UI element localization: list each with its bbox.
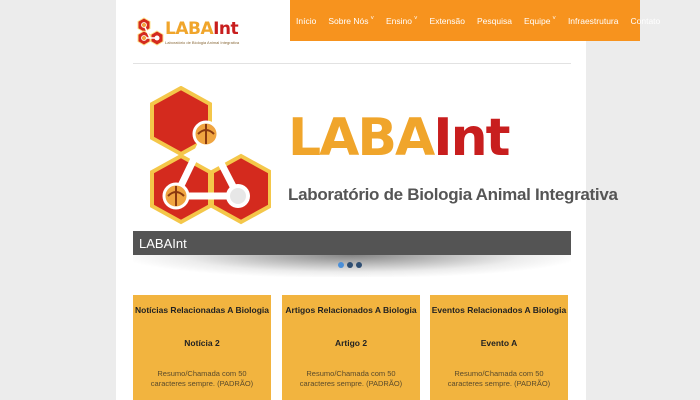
lab-logo-hexagon-icon bbox=[150, 86, 271, 225]
chevron-down-icon: ˅ bbox=[552, 15, 556, 22]
card-summary: Resumo/Chamada com 50 caracteres sempre.… bbox=[150, 369, 254, 388]
slider-dot[interactable] bbox=[338, 262, 344, 268]
nav-item-label: Equipe bbox=[523, 15, 551, 26]
slider-dot[interactable] bbox=[347, 262, 353, 268]
content-card: Notícias Relacionadas A Biologia Notícia … bbox=[133, 295, 271, 400]
hero-title: LABAInt bbox=[288, 108, 511, 168]
card-item-title[interactable]: Notícia 2 bbox=[133, 338, 271, 348]
logo-subtitle: Laboratório de Biologia Animal Integrati… bbox=[165, 40, 240, 45]
card-heading: Notícias Relacionadas A Biologia bbox=[135, 305, 269, 315]
card-heading: Eventos Relacionados A Biologia bbox=[431, 305, 567, 315]
card-item-title[interactable]: Evento A bbox=[430, 338, 568, 348]
nav-item-label: Pesquisa bbox=[476, 15, 512, 26]
site-logo[interactable]: LABAInt Laboratório de Biologia Animal I… bbox=[137, 17, 240, 53]
chevron-down-icon: ˅ bbox=[414, 15, 418, 22]
slide-caption: LABAInt bbox=[133, 231, 571, 255]
nav-item-extens-o[interactable]: Extensão bbox=[424, 16, 471, 26]
nav-item-label: Extensão bbox=[429, 15, 465, 26]
nav-item-equipe[interactable]: Equipe ˅ bbox=[518, 16, 562, 26]
main-nav: Início Sobre Nós ˅ Ensino ˅ Extensão Pesquisa E… bbox=[290, 0, 660, 41]
chevron-down-icon: ˅ bbox=[370, 15, 375, 22]
content-card: Eventos Relacionados A Biologia Evento A R… bbox=[430, 295, 568, 400]
card-item-title[interactable]: Artigo 2 bbox=[282, 338, 420, 348]
card-heading: Artigos Relacionados A Biologia bbox=[285, 305, 417, 315]
logo-hexagon-icon bbox=[137, 17, 164, 46]
hero-slide: LABAInt Laboratório de Biologia Animal I… bbox=[133, 76, 618, 231]
nav-item-label: Infraestrutura bbox=[567, 15, 619, 26]
slider-dot[interactable] bbox=[356, 262, 362, 268]
nav-item-in-cio[interactable]: Início bbox=[290, 16, 322, 26]
nav-item-sobre-n-s[interactable]: Sobre Nós ˅ bbox=[322, 16, 380, 26]
slider-pagination bbox=[338, 262, 362, 268]
nav-item-ensino[interactable]: Ensino ˅ bbox=[380, 16, 424, 26]
nav-item-label: Contato bbox=[630, 15, 661, 26]
hero-subtitle: Laboratório de Biologia Animal Integrati… bbox=[288, 185, 618, 204]
nav-item-contato[interactable]: Contato bbox=[625, 16, 667, 26]
content-card: Artigos Relacionados A Biologia Artigo 2 R… bbox=[282, 295, 420, 400]
nav-item-label: Sobre Nós bbox=[328, 15, 369, 26]
header-divider bbox=[133, 63, 571, 64]
card-summary: Resumo/Chamada com 50 caracteres sempre.… bbox=[447, 369, 551, 388]
nav-item-label: Início bbox=[296, 15, 317, 26]
card-summary: Resumo/Chamada com 50 caracteres sempre.… bbox=[299, 369, 403, 388]
nav-item-pesquisa[interactable]: Pesquisa bbox=[471, 16, 518, 26]
logo-title: LABAInt bbox=[165, 19, 239, 39]
nav-item-infraestrutura[interactable]: Infraestrutura bbox=[562, 16, 625, 26]
nav-item-label: Ensino bbox=[386, 15, 413, 26]
